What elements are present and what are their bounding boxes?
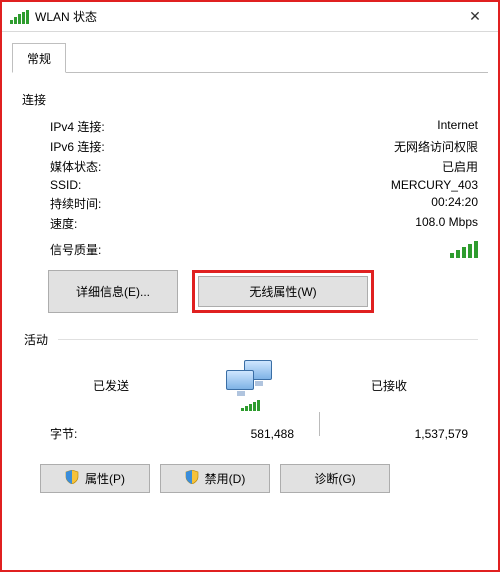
- disable-button[interactable]: 禁用(D): [160, 464, 270, 493]
- ssid-label: SSID:: [50, 178, 200, 192]
- shield-icon: [185, 470, 199, 487]
- diagnose-button-label: 诊断(G): [314, 470, 355, 487]
- row-duration: 持续时间: 00:24:20: [50, 195, 478, 212]
- wifi-signal-icon: [10, 10, 29, 24]
- ipv4-value: Internet: [437, 118, 478, 135]
- bytes-label: 字节:: [50, 425, 160, 442]
- duration-value: 00:24:20: [431, 195, 478, 212]
- title-bar: WLAN 状态 ✕: [2, 2, 498, 32]
- close-button[interactable]: ✕: [452, 2, 498, 32]
- properties-button-label: 属性(P): [85, 470, 125, 487]
- connection-buttons: 详细信息(E)... 无线属性(W): [48, 270, 478, 313]
- tab-general[interactable]: 常规: [12, 43, 66, 73]
- row-ipv6: IPv6 连接: 无网络访问权限: [50, 138, 478, 155]
- ipv6-value: 无网络访问权限: [394, 138, 478, 155]
- signal-bars-icon: [450, 240, 478, 258]
- sent-label: 已发送: [22, 377, 200, 394]
- footer-buttons: 属性(P) 禁用(D) 诊断(G): [40, 464, 478, 493]
- wireless-button-highlight: 无线属性(W): [192, 270, 374, 313]
- row-ssid: SSID: MERCURY_403: [50, 178, 478, 192]
- tab-strip: 常规: [12, 42, 488, 73]
- signal-label: 信号质量:: [50, 241, 200, 258]
- recv-label: 已接收: [300, 377, 478, 394]
- speed-label: 速度:: [50, 215, 200, 232]
- window-title: WLAN 状态: [35, 8, 97, 25]
- row-ipv4: IPv4 连接: Internet: [50, 118, 478, 135]
- small-signal-icon: [241, 400, 260, 411]
- connection-section-label: 连接: [22, 91, 478, 108]
- speed-value: 108.0 Mbps: [415, 215, 478, 232]
- activity-section-header: 活动: [24, 331, 478, 348]
- ipv6-label: IPv6 连接:: [50, 138, 200, 155]
- bytes-separator: [319, 412, 320, 436]
- disable-button-label: 禁用(D): [205, 470, 246, 487]
- bytes-recv-value: 1,537,579: [334, 427, 478, 441]
- wireless-properties-button[interactable]: 无线属性(W): [198, 276, 368, 307]
- ssid-value: MERCURY_403: [391, 178, 478, 192]
- properties-button[interactable]: 属性(P): [40, 464, 150, 493]
- media-label: 媒体状态:: [50, 158, 200, 175]
- row-speed: 速度: 108.0 Mbps: [50, 215, 478, 232]
- media-value: 已启用: [442, 158, 478, 175]
- network-activity-icon: [200, 360, 300, 411]
- shield-icon: [65, 470, 79, 487]
- divider: [58, 339, 478, 340]
- details-button-label: 详细信息(E)...: [76, 285, 150, 299]
- details-button[interactable]: 详细信息(E)...: [48, 270, 178, 313]
- ipv4-label: IPv4 连接:: [50, 118, 200, 135]
- tab-general-label: 常规: [27, 52, 51, 66]
- diagnose-button[interactable]: 诊断(G): [280, 464, 390, 493]
- bytes-sent-value: 581,488: [160, 427, 304, 441]
- close-icon: ✕: [469, 8, 481, 25]
- activity-section-label: 活动: [24, 331, 48, 348]
- tab-content: 连接 IPv4 连接: Internet IPv6 连接: 无网络访问权限 媒体…: [2, 73, 498, 493]
- activity-visual: 已发送 已接收: [22, 360, 478, 411]
- wireless-button-label: 无线属性(W): [249, 285, 316, 299]
- duration-label: 持续时间:: [50, 195, 200, 212]
- bytes-row: 字节: 581,488 1,537,579: [50, 425, 478, 442]
- row-signal: 信号质量:: [50, 240, 478, 258]
- row-media: 媒体状态: 已启用: [50, 158, 478, 175]
- monitors-icon: [226, 360, 274, 396]
